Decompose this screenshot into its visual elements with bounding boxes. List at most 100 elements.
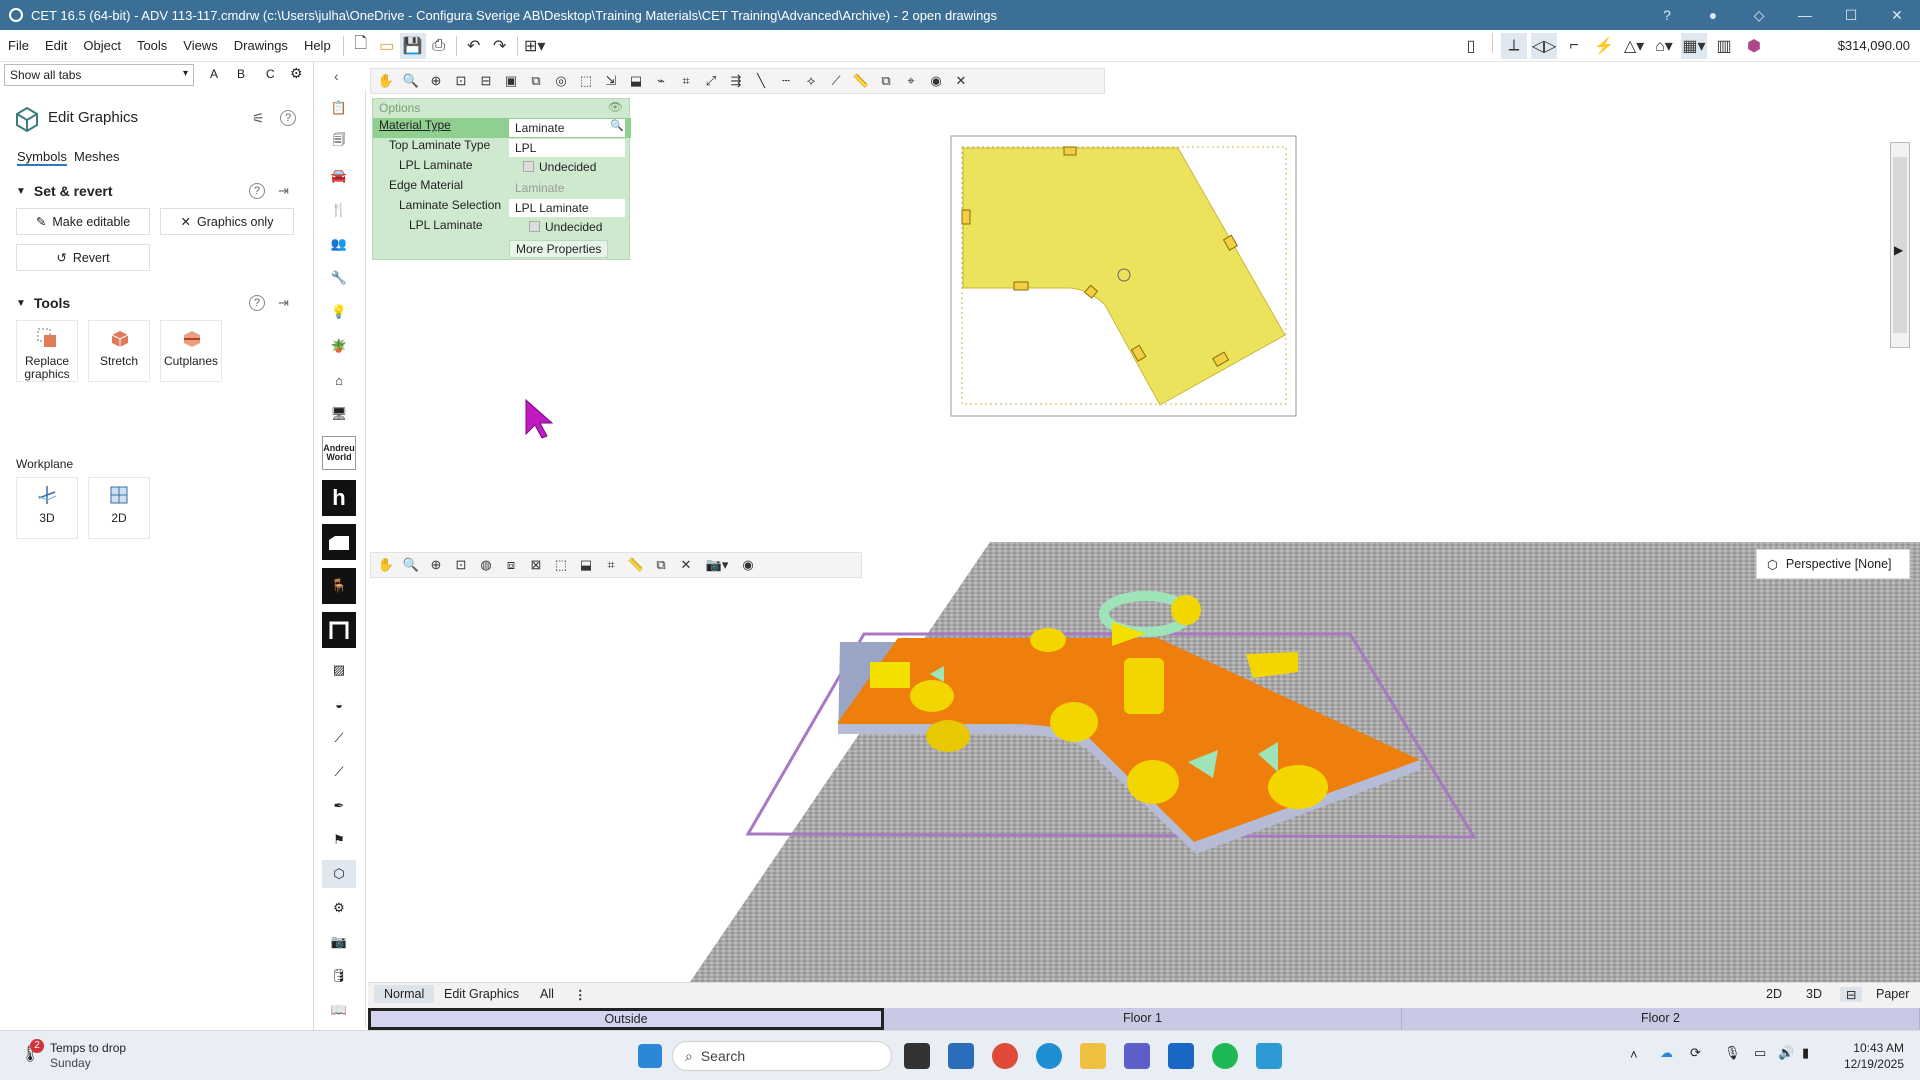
car-icon[interactable]: 🚘 [322, 162, 356, 190]
view-3d-button[interactable]: 3D [1806, 987, 1822, 1001]
ramp-icon[interactable]: ⟋ [322, 724, 356, 752]
maximize-button[interactable]: ☐ [1828, 0, 1874, 30]
connect-icon[interactable]: ⌐ [1561, 33, 1587, 59]
tag-icon[interactable]: ⌂▾ [1651, 33, 1677, 59]
camera-dropdown-icon[interactable]: 📷▾ [700, 554, 734, 576]
menu-views[interactable]: Views [175, 38, 225, 53]
camera-view-icon[interactable]: ⊠ [525, 554, 547, 576]
view-paper-button[interactable]: Paper [1876, 987, 1909, 1001]
more-options-icon[interactable]: ⋮ [574, 987, 587, 1002]
tools-strip-icon[interactable]: ⚙ [322, 894, 356, 922]
polyline-icon[interactable]: ⟋ [825, 70, 847, 92]
floor-tab-outside[interactable]: Outside [368, 1008, 884, 1030]
search-icon[interactable]: 🔍 [609, 119, 625, 137]
stretch-handle[interactable] [1013, 281, 1029, 291]
spotify-icon[interactable] [1212, 1043, 1238, 1069]
node-icon[interactable]: ⟡ [800, 70, 822, 92]
clear-icon[interactable]: ✕ [675, 554, 697, 576]
frame-logo[interactable] [322, 612, 356, 648]
minimize-button[interactable]: — [1782, 0, 1828, 30]
layout-dropdown-icon[interactable]: ⊞▾ [522, 33, 548, 59]
transform-icon[interactable]: ⤢ [700, 70, 722, 92]
tab-c-button[interactable]: C [266, 67, 275, 81]
pan-hand-icon[interactable]: ✋ [375, 70, 397, 92]
people-icon[interactable]: 👥 [322, 230, 356, 258]
room-icon[interactable]: 🗐 [322, 128, 356, 156]
stretch-tool[interactable]: Stretch [88, 320, 150, 382]
copy-icon[interactable]: ⧉ [650, 554, 672, 576]
option-value[interactable]: Laminate [509, 119, 609, 137]
close-button[interactable]: ✕ [1874, 0, 1920, 30]
menu-help[interactable]: Help [296, 38, 339, 53]
option-row[interactable]: LPL Laminate Undecided [373, 158, 631, 178]
checkbox[interactable] [529, 221, 540, 232]
new-file-icon[interactable]: 🗋 [348, 33, 374, 59]
kitchen-tools-icon[interactable]: 🍴 [322, 196, 356, 224]
gizmo-knob[interactable] [1171, 595, 1201, 625]
display-icon[interactable]: ▭ [1754, 1045, 1766, 1061]
outlook-icon[interactable] [1168, 1043, 1194, 1069]
plant-icon[interactable]: 🪴 [322, 332, 356, 360]
dashed-line-icon[interactable]: ┄ [775, 70, 797, 92]
handle-cube[interactable] [870, 662, 910, 688]
align-icon[interactable]: ⌗ [675, 70, 697, 92]
option-row[interactable]: Edge Material Laminate [373, 178, 631, 198]
andreu-world-logo[interactable]: Andreu World [322, 436, 356, 470]
focus-icon[interactable]: ◎ [550, 70, 572, 92]
select-icon[interactable]: ⬚ [550, 554, 572, 576]
shapes-icon[interactable]: △▾ [1621, 33, 1647, 59]
orbit-icon[interactable]: ◍ [475, 554, 497, 576]
camera-icon[interactable]: 📷 [322, 928, 356, 956]
option-row[interactable]: Top Laminate Type LPL [373, 138, 631, 158]
h-logo[interactable]: h [322, 480, 356, 516]
onedrive-icon[interactable]: ☁ [1660, 1045, 1673, 1061]
tab-b-button[interactable]: B [237, 67, 245, 81]
database-icon[interactable]: 🛢 [322, 962, 356, 990]
select-group-icon[interactable]: ⬓ [625, 70, 647, 92]
handle-cylinder[interactable] [1030, 628, 1066, 652]
line-icon[interactable]: ╲ [750, 70, 772, 92]
zoom-window-icon[interactable]: ⊟ [475, 70, 497, 92]
tab-a-button[interactable]: A [210, 67, 218, 81]
select-icon[interactable]: ⬚ [575, 70, 597, 92]
floor-tab-floor-2[interactable]: Floor 2 [1402, 1008, 1920, 1030]
workplane-2d-button[interactable]: 2D [88, 477, 150, 539]
option-row[interactable]: Laminate Selection LPL Laminate [373, 198, 631, 218]
caret-right-icon[interactable]: ▶ [1894, 243, 1903, 257]
split-view-icon[interactable]: ⊟ [1840, 987, 1863, 1002]
undo-icon[interactable]: ↶ [461, 33, 487, 59]
menu-file[interactable]: File [0, 38, 37, 53]
snap-icon[interactable]: ⟂ [1501, 33, 1527, 59]
sync-icon[interactable]: ⟳ [1690, 1045, 1701, 1061]
pen-icon[interactable]: ✒ [322, 792, 356, 820]
zoom-in-icon[interactable]: ⊕ [425, 70, 447, 92]
more-properties-button[interactable]: More Properties [509, 240, 609, 258]
measure-icon[interactable]: 📏 [625, 554, 647, 576]
stretch-handle[interactable] [961, 209, 971, 225]
measure-icon[interactable]: 📏 [850, 70, 872, 92]
workplane-3d-button[interactable]: 3D [16, 477, 78, 539]
menu-edit[interactable]: Edit [37, 38, 75, 53]
teams-icon[interactable] [1124, 1043, 1150, 1069]
help-icon[interactable]: ? [249, 295, 265, 311]
tab-symbols[interactable]: Symbols [17, 149, 67, 166]
chrome-icon[interactable] [992, 1043, 1018, 1069]
zoom-in-icon[interactable]: ⊕ [425, 554, 447, 576]
home-icon[interactable]: ⌂ [322, 366, 356, 394]
gizmo-handle[interactable] [1124, 658, 1164, 714]
select-arrow-icon[interactable]: ⇲ [600, 70, 622, 92]
tab-edit-graphics[interactable]: Edit Graphics [444, 987, 519, 1001]
cet-app-icon[interactable] [1256, 1043, 1282, 1069]
chevron-up-icon[interactable]: ˄ [1630, 1047, 1638, 1062]
zoom-selection-icon[interactable]: ▣ [500, 70, 522, 92]
notification-icon[interactable]: ◇ [1736, 0, 1782, 30]
target-icon[interactable]: ◉ [925, 70, 947, 92]
handle-cylinder[interactable] [1127, 760, 1179, 804]
tab-normal[interactable]: Normal [374, 985, 435, 1003]
task-view-icon[interactable] [904, 1043, 930, 1069]
walk-icon[interactable]: ⧈ [500, 554, 522, 576]
connect-points-icon[interactable]: ⌁ [650, 70, 672, 92]
popout-icon[interactable]: ⇥ [278, 295, 289, 311]
set-revert-header[interactable]: ▼ Set & revert [16, 183, 113, 199]
replace-graphics-tool[interactable]: Replace graphics [16, 320, 78, 382]
